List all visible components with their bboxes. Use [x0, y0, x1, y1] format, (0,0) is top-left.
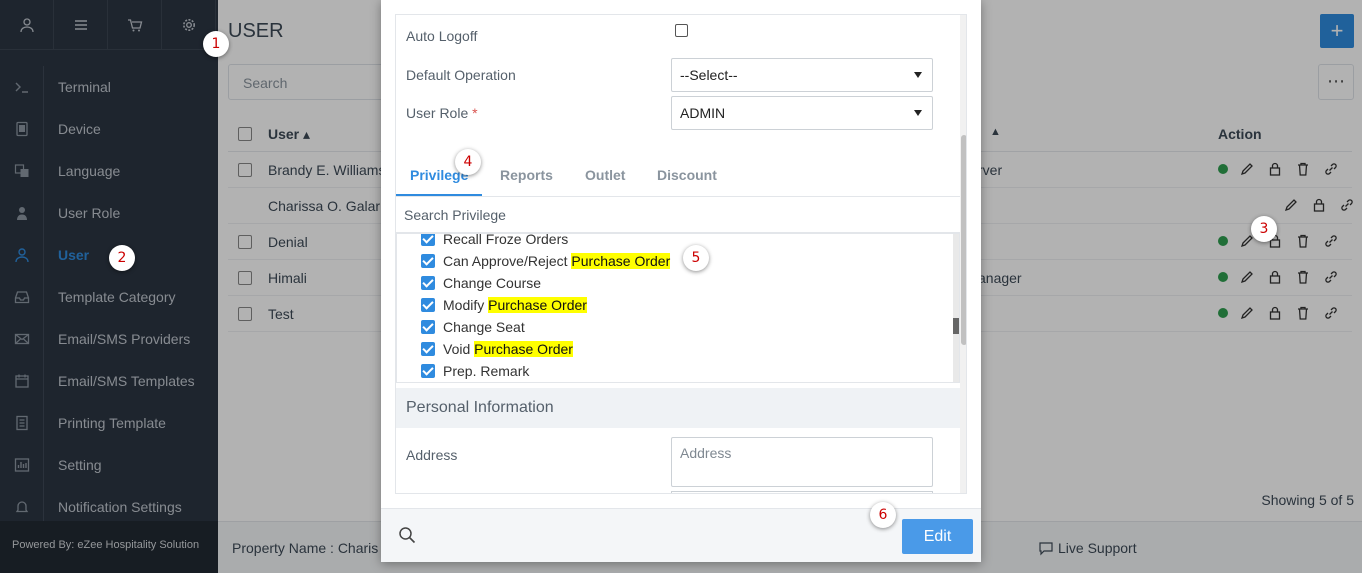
privilege-list: Recall Froze Orders Can Approve/Reject P…	[396, 233, 960, 383]
address-field[interactable]: Address	[671, 437, 933, 487]
privilege-item[interactable]: Change Course	[421, 272, 541, 294]
edit-user-modal: Auto Logoff Default Operation --Select--…	[381, 0, 981, 562]
scrollbar-thumb[interactable]	[961, 135, 966, 345]
tab-discount[interactable]: Discount	[657, 167, 717, 183]
privilege-item[interactable]: Can Approve/Reject Purchase Order	[421, 250, 671, 272]
privilege-checkbox[interactable]	[421, 342, 435, 356]
privilege-item[interactable]: Modify Purchase Order	[421, 294, 587, 316]
edit-button[interactable]: Edit	[902, 519, 973, 554]
privilege-text: Modify	[443, 297, 489, 313]
privilege-checkbox[interactable]	[421, 320, 435, 334]
privilege-checkbox[interactable]	[421, 234, 435, 246]
chevron-down-icon	[914, 72, 922, 78]
privilege-text: Change Seat	[443, 319, 525, 335]
user-role-label-text: User Role	[406, 105, 469, 121]
tab-outlet[interactable]: Outlet	[585, 167, 625, 183]
modal-scrollbar[interactable]	[960, 15, 966, 493]
privilege-label: Void Purchase Order	[443, 341, 573, 357]
privilege-text: Recall Froze Orders	[443, 233, 569, 247]
privilege-label: Change Course	[443, 275, 541, 291]
privilege-text: Change Course	[443, 275, 542, 291]
step-callout: 1	[203, 31, 229, 57]
privilege-text: Prep. Remark	[443, 363, 530, 379]
privilege-checkbox[interactable]	[421, 298, 435, 312]
privilege-list-scrollbar[interactable]	[953, 234, 959, 382]
user-role-select[interactable]: ADMIN	[671, 96, 933, 130]
default-operation-label: Default Operation	[406, 67, 516, 83]
privilege-label: Can Approve/Reject Purchase Order	[443, 253, 671, 269]
privilege-label: Modify Purchase Order	[443, 297, 587, 313]
next-field-edge[interactable]	[671, 491, 933, 493]
personal-info-heading: Personal Information	[396, 388, 960, 428]
privilege-checkbox[interactable]	[421, 276, 435, 290]
modal-body: Auto Logoff Default Operation --Select--…	[395, 14, 967, 494]
step-callout: 3	[1251, 216, 1277, 242]
step-callout: 6	[870, 502, 896, 528]
auto-logoff-checkbox[interactable]	[675, 24, 688, 37]
privilege-item[interactable]: Void Purchase Order	[421, 338, 573, 360]
tab-reports[interactable]: Reports	[500, 167, 553, 183]
privilege-checkbox[interactable]	[421, 254, 435, 268]
search-icon[interactable]	[398, 526, 416, 549]
user-role-label: User Role *	[406, 105, 478, 121]
chevron-down-icon	[914, 110, 922, 116]
search-highlight: Purchase Order	[488, 297, 587, 313]
step-callout: 4	[455, 149, 481, 175]
active-tab-indicator	[396, 194, 482, 196]
default-operation-select[interactable]: --Select--	[671, 58, 933, 92]
scrollbar-thumb[interactable]	[953, 318, 959, 334]
privilege-item[interactable]: Prep. Remark	[421, 360, 529, 382]
step-callout: 2	[109, 245, 135, 271]
privilege-text: Can Approve/Reject	[443, 253, 572, 269]
search-highlight: Purchase Order	[571, 253, 671, 269]
address-label: Address	[406, 447, 458, 463]
default-operation-value: --Select--	[680, 67, 738, 83]
required-marker: *	[472, 105, 478, 121]
user-role-value: ADMIN	[680, 105, 726, 121]
search-highlight: Purchase Order	[474, 341, 573, 357]
privilege-text: Void	[443, 341, 475, 357]
privilege-search-input[interactable]: Search Privilege	[396, 197, 960, 233]
privilege-checkbox[interactable]	[421, 364, 435, 378]
step-callout: 5	[683, 245, 709, 271]
privilege-label: Change Seat	[443, 319, 525, 335]
privilege-label: Prep. Remark	[443, 363, 529, 379]
auto-logoff-label: Auto Logoff	[406, 28, 478, 44]
privilege-item[interactable]: Change Seat	[421, 316, 525, 338]
privilege-item[interactable]: Recall Froze Orders	[421, 233, 569, 250]
privilege-label: Recall Froze Orders	[443, 233, 569, 247]
